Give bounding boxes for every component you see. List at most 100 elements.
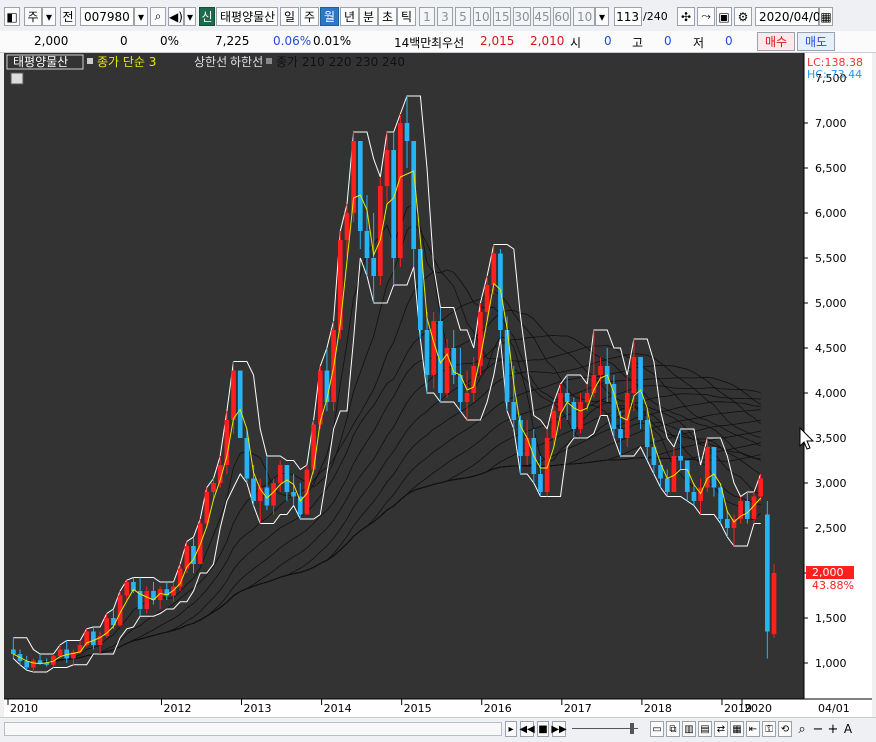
window-menu-icon[interactable]: ◧ xyxy=(4,7,20,26)
legend-ma: 종가 단순 3 xyxy=(97,55,156,69)
price-change: 0 xyxy=(120,34,128,48)
interval-45[interactable]: 45 xyxy=(533,7,551,26)
buy-button[interactable]: 매수 xyxy=(757,32,795,51)
grid-icon[interactable]: ▦ xyxy=(730,721,744,737)
date-input[interactable]: 2020/04/01 xyxy=(755,7,828,26)
period-tab-tick[interactable]: 틱 xyxy=(397,7,416,26)
count-dropdown-icon[interactable]: ▾ xyxy=(595,7,609,26)
candle-body xyxy=(464,393,470,402)
candle-body xyxy=(244,438,250,479)
zoom-out-icon[interactable]: ⌕ xyxy=(795,721,809,737)
text-tool-icon[interactable]: A xyxy=(842,721,854,737)
candle-body xyxy=(538,474,543,492)
y-tick-label: 6,000 xyxy=(815,207,847,220)
trade-amount: 14백만 xyxy=(394,36,432,50)
market-dropdown-icon[interactable]: ▾ xyxy=(42,7,56,26)
candle-body xyxy=(611,384,617,429)
price-chart[interactable]: 7,000 6,500 6,000 5,500 5,000 4,500 4,000 3,500… xyxy=(4,53,872,717)
candle-body xyxy=(371,258,376,276)
period-tab-second[interactable]: 초 xyxy=(378,7,397,26)
speaker-dropdown-icon[interactable]: ▾ xyxy=(184,7,196,26)
candle-body xyxy=(124,582,130,596)
x-tick-label: 2015 xyxy=(404,702,432,715)
candle-body xyxy=(584,393,590,402)
candle-body xyxy=(484,285,490,312)
y-tick-label: 5,000 xyxy=(815,297,847,310)
stock-code-input[interactable]: 007980 xyxy=(80,7,134,26)
scroll-track[interactable] xyxy=(4,722,502,736)
layout-icon[interactable]: ▤ xyxy=(698,721,712,737)
period-tab-year[interactable]: 년 xyxy=(340,7,359,26)
period-tab-day[interactable]: 일 xyxy=(280,7,299,26)
bars-icon[interactable]: ▥ xyxy=(682,721,696,737)
calculator-icon[interactable] xyxy=(10,72,24,85)
interval-5[interactable]: 5 xyxy=(455,7,471,26)
low-value: 0 xyxy=(725,34,733,48)
candle-body xyxy=(491,253,497,285)
stop-icon[interactable]: ■ xyxy=(537,721,549,737)
minus-icon[interactable]: − xyxy=(812,721,824,737)
best-ask: 2,015 xyxy=(480,34,515,48)
plus-icon[interactable]: + xyxy=(827,721,839,737)
plot-background xyxy=(4,53,804,699)
count-select[interactable]: 10 xyxy=(573,7,595,26)
current-price-badge-text: 2,000 xyxy=(812,566,844,579)
code-dropdown-icon[interactable]: ▾ xyxy=(134,7,148,26)
candle-body xyxy=(391,150,397,258)
open-value: 0 xyxy=(604,34,612,48)
y-tick-label: 4,000 xyxy=(815,387,847,400)
interval-15[interactable]: 15 xyxy=(493,7,511,26)
period-tab-month[interactable]: 월 xyxy=(320,7,339,26)
interval-3[interactable]: 3 xyxy=(437,7,453,26)
gear-icon[interactable]: ⚙ xyxy=(734,7,752,26)
low-label: 저 xyxy=(693,36,705,50)
reset-icon[interactable]: ⟲ xyxy=(778,721,792,737)
market-select[interactable]: 주 xyxy=(24,7,42,26)
zoom-box-icon[interactable]: ▭ xyxy=(650,721,664,737)
lock-icon[interactable]: ⚿ xyxy=(762,721,776,737)
candle-body xyxy=(37,660,43,663)
rewind-icon[interactable]: ◀◀ xyxy=(519,721,535,737)
search-icon[interactable]: ⌕ xyxy=(150,7,166,26)
candle-body xyxy=(337,240,343,330)
sell-button[interactable]: 매도 xyxy=(797,32,835,51)
page-input[interactable]: 113 xyxy=(614,7,642,26)
speed-slider[interactable] xyxy=(572,728,638,729)
date-picker-icon[interactable]: ▦ xyxy=(819,7,833,26)
pan-left-icon[interactable]: ⇤ xyxy=(746,721,760,737)
candle-body xyxy=(91,631,96,645)
legend-lower: 하한선 xyxy=(230,55,263,69)
save-icon[interactable]: ▣ xyxy=(716,7,732,26)
bottom-toolbar: ▸ ◀◀ ■ ▶▶ ▭ ⧉ ▥ ▤ ⇄ ▦ ⇤ ⚿ ⟲ ⌕ − + A xyxy=(0,717,876,742)
period-tab-minute[interactable]: 분 xyxy=(359,7,378,26)
candle-body xyxy=(724,519,730,528)
candle-body xyxy=(511,402,517,420)
candle-body xyxy=(211,483,216,492)
prev-button[interactable]: 전 xyxy=(60,7,76,26)
candle-body xyxy=(578,402,583,429)
candle-body xyxy=(711,447,717,488)
candle-body xyxy=(524,438,530,456)
crosshair-icon[interactable]: ✣ xyxy=(677,7,695,26)
candle-body xyxy=(291,492,296,497)
tool-icon[interactable]: ⤳ xyxy=(697,7,715,26)
scroll-right-icon[interactable]: ▸ xyxy=(505,721,517,737)
y-tick-label: 7,000 xyxy=(815,117,847,130)
interval-10[interactable]: 10 xyxy=(473,7,491,26)
candle-body xyxy=(398,123,403,258)
interval-1[interactable]: 1 xyxy=(419,7,435,26)
fast-forward-icon[interactable]: ▶▶ xyxy=(551,721,567,737)
interval-30[interactable]: 30 xyxy=(513,7,531,26)
candle-body xyxy=(631,357,637,393)
interval-60[interactable]: 60 xyxy=(553,7,571,26)
speed-slider-handle[interactable] xyxy=(630,723,634,734)
y-tick-label: 1,000 xyxy=(815,657,847,670)
candle-body xyxy=(771,573,777,635)
chart-area[interactable]: 7,000 6,500 6,000 5,500 5,000 4,500 4,000 3,500… xyxy=(4,53,872,717)
x-tick-label: 2010 xyxy=(10,702,38,715)
candle-body xyxy=(404,123,410,141)
period-tab-week[interactable]: 주 xyxy=(300,7,319,26)
copy-icon[interactable]: ⧉ xyxy=(666,721,680,737)
speaker-icon[interactable]: ◀) xyxy=(168,7,184,26)
compare-icon[interactable]: ⇄ xyxy=(714,721,728,737)
